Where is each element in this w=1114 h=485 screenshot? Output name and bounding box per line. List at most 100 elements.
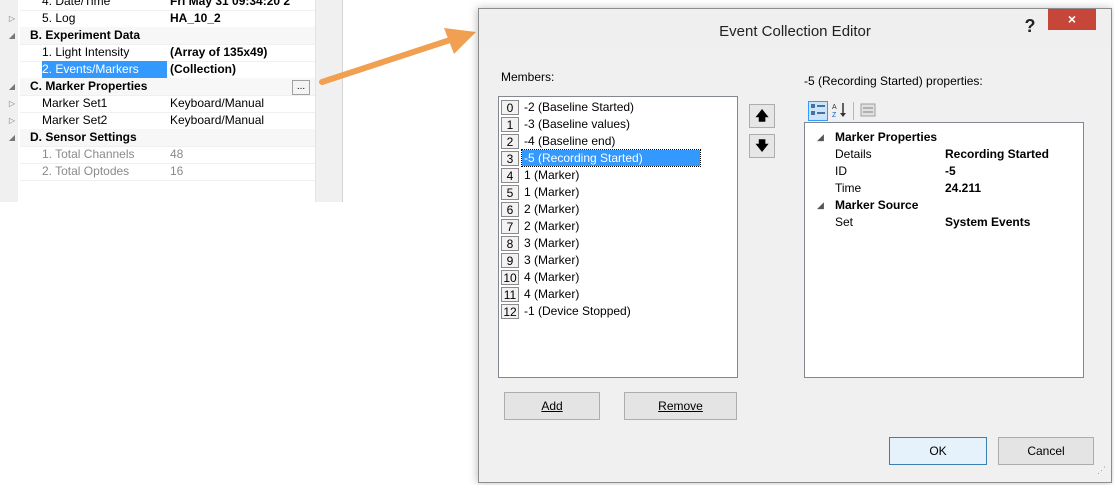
property-row-id[interactable]: ID -5 <box>805 163 1083 180</box>
member-index: 11 <box>501 287 519 302</box>
member-text: -5 (Recording Started) <box>521 149 701 167</box>
pg-row-value: 48 <box>170 147 184 161</box>
close-button[interactable]: × <box>1048 9 1096 30</box>
property-grid-panel[interactable]: ◢ Marker Properties Details Recording St… <box>804 122 1084 378</box>
properties-label: -5 (Recording Started) properties: <box>804 74 983 88</box>
property-name: Details <box>835 147 872 161</box>
property-value: -5 <box>945 164 956 178</box>
expand-icon[interactable]: ▷ <box>6 95 18 112</box>
pg-row-name: 1. Total Channels <box>42 147 135 161</box>
member-text: 1 (Marker) <box>524 185 580 199</box>
pg-row-light-intensity[interactable]: 1. Light Intensity (Array of 135x49) <box>20 44 315 62</box>
member-index: 7 <box>501 219 519 234</box>
categorized-icon[interactable] <box>808 101 828 121</box>
ok-button[interactable]: OK <box>889 437 987 465</box>
list-item[interactable]: 6 2 (Marker) <box>501 201 581 218</box>
member-index: 4 <box>501 168 519 183</box>
category-marker-properties[interactable]: ◢ Marker Properties <box>805 129 1083 146</box>
list-item[interactable]: 2 -4 (Baseline end) <box>501 133 617 150</box>
remove-button-label: Remove <box>658 399 703 413</box>
pg-row-value: 16 <box>170 164 184 178</box>
pg-row-value: (Collection) <box>170 62 236 76</box>
expand-icon[interactable]: ▷ <box>6 112 18 129</box>
category-marker-source[interactable]: ◢ Marker Source <box>805 197 1083 214</box>
property-value: System Events <box>945 215 1031 229</box>
arrow-up-icon: 🡅 <box>755 108 769 123</box>
move-up-button[interactable]: 🡅 <box>749 104 775 128</box>
resize-grip-icon[interactable]: ⋰ <box>1097 466 1109 479</box>
property-name: Set <box>835 215 854 229</box>
property-name: Time <box>835 181 862 195</box>
pg-category-experiment-data[interactable]: ◢ B. Experiment Data <box>9 27 315 45</box>
pg-row-marker-set2[interactable]: ▷ Marker Set2 Keyboard/Manual <box>9 112 315 130</box>
toolbar-separator <box>853 102 854 120</box>
pg-row-events-markers[interactable]: 2. Events/Markers (Collection) <box>20 61 315 79</box>
member-index: 3 <box>501 151 519 166</box>
member-text: 3 (Marker) <box>524 253 580 267</box>
members-list[interactable]: 0 -2 (Baseline Started) 1 -3 (Baseline val… <box>498 96 738 378</box>
pg-category-name: B. Experiment Data <box>30 28 141 42</box>
pg-category-sensor-settings[interactable]: ◢ D. Sensor Settings <box>9 129 315 147</box>
collapse-icon[interactable]: ◢ <box>817 197 824 214</box>
member-text: -4 (Baseline end) <box>524 134 616 148</box>
sort-alphabetical-icon[interactable]: AZ <box>830 101 850 121</box>
pg-row-name: 2. Events/Markers <box>42 61 167 78</box>
move-down-button[interactable]: 🡇 <box>749 134 775 158</box>
list-item-selected[interactable]: 3 -5 (Recording Started) <box>501 149 701 167</box>
list-item[interactable]: 1 -3 (Baseline values) <box>501 116 632 133</box>
collapse-icon[interactable]: ◢ <box>6 78 18 95</box>
category-name: Marker Source <box>835 198 919 212</box>
add-button[interactable]: Add <box>504 392 600 420</box>
pg-row-name: Marker Set2 <box>42 113 108 127</box>
member-text: -3 (Baseline values) <box>524 117 631 131</box>
member-index: 8 <box>501 236 519 251</box>
list-item[interactable]: 4 1 (Marker) <box>501 167 581 184</box>
list-item[interactable]: 10 4 (Marker) <box>501 269 581 286</box>
pg-row-log[interactable]: ▷ 5. Log HA_10_2 <box>9 10 315 28</box>
pg-category-marker-properties[interactable]: ◢ C. Marker Properties <box>9 78 315 96</box>
arrow-down-icon: 🡇 <box>755 138 769 153</box>
pg-row-name: 1. Light Intensity <box>42 45 130 59</box>
list-item[interactable]: 11 4 (Marker) <box>501 286 581 303</box>
expand-icon[interactable]: ▷ <box>6 10 18 27</box>
property-value: Recording Started <box>945 147 1050 161</box>
property-row-time[interactable]: Time 24.211 <box>805 180 1083 197</box>
property-row-set[interactable]: Set System Events <box>805 214 1083 231</box>
collapse-icon[interactable]: ◢ <box>6 129 18 146</box>
member-index: 9 <box>501 253 519 268</box>
add-button-label: Add <box>541 399 563 413</box>
pg-row-name: 4. Date/Time <box>42 0 111 8</box>
collapse-icon[interactable]: ◢ <box>6 27 18 44</box>
remove-button[interactable]: Remove <box>624 392 737 420</box>
member-text: 4 (Marker) <box>524 270 580 284</box>
property-pages-icon[interactable] <box>858 101 878 121</box>
property-grid: 4. Date/Time Fri May 31 09:34:20 2 ▷ 5. … <box>0 0 343 202</box>
svg-text:A: A <box>832 104 837 111</box>
pg-row-marker-set1[interactable]: ▷ Marker Set1 Keyboard/Manual <box>9 95 315 113</box>
title-bar[interactable]: Event Collection Editor ? × <box>479 9 1111 49</box>
list-item[interactable]: 5 1 (Marker) <box>501 184 581 201</box>
members-label: Members: <box>501 70 555 84</box>
property-name: ID <box>835 164 847 178</box>
property-value: 24.211 <box>945 181 982 195</box>
property-row-details[interactable]: Details Recording Started <box>805 146 1083 163</box>
pg-row-name: 2. Total Optodes <box>42 164 130 178</box>
pg-row-total-optodes[interactable]: 2. Total Optodes 16 <box>20 163 315 181</box>
pg-row-total-channels[interactable]: 1. Total Channels 48 <box>20 146 315 164</box>
pg-row-value: HA_10_2 <box>170 11 221 25</box>
cancel-button[interactable]: Cancel <box>998 437 1094 465</box>
member-index: 1 <box>501 117 519 132</box>
list-item[interactable]: 7 2 (Marker) <box>501 218 581 235</box>
list-item[interactable]: 0 -2 (Baseline Started) <box>501 99 636 116</box>
list-item[interactable]: 8 3 (Marker) <box>501 235 581 252</box>
pg-category-name: D. Sensor Settings <box>30 130 137 144</box>
collapse-icon[interactable]: ◢ <box>817 129 824 146</box>
member-text: -2 (Baseline Started) <box>524 100 635 114</box>
help-button[interactable]: ? <box>1017 15 1043 37</box>
list-item[interactable]: 12 -1 (Device Stopped) <box>501 303 633 320</box>
callout-arrow-icon <box>319 28 476 85</box>
member-index: 2 <box>501 134 519 149</box>
pg-row-value: Fri May 31 09:34:20 2 <box>170 0 291 8</box>
list-item[interactable]: 9 3 (Marker) <box>501 252 581 269</box>
member-index: 6 <box>501 202 519 217</box>
